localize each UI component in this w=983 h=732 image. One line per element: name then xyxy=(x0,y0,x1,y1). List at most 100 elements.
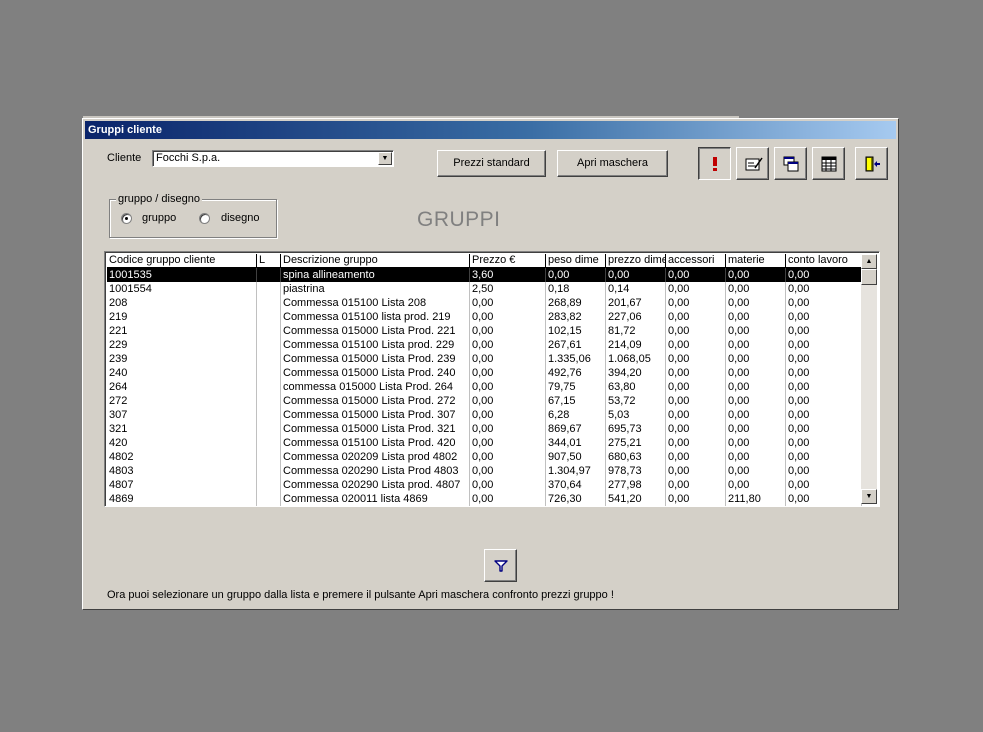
cell-prezzo: 0,00 xyxy=(470,450,546,464)
section-title: GRUPPI xyxy=(417,208,501,231)
cell-conto-lavoro: 0,00 xyxy=(786,408,862,422)
cell-prezzo: 0,00 xyxy=(470,436,546,450)
cell-prezzo: 0,00 xyxy=(470,478,546,492)
cell-conto-lavoro: 0,00 xyxy=(786,338,862,352)
cell-accessori: 0,00 xyxy=(666,338,726,352)
cell-codice: 240 xyxy=(107,366,257,380)
cell-codice: 272 xyxy=(107,394,257,408)
cell-accessori: 0,00 xyxy=(666,464,726,478)
cell-descrizione: Commessa 015100 Lista Prod. 420 xyxy=(281,436,470,450)
cell-descrizione: Commessa 015000 Lista Prod. 272 xyxy=(281,394,470,408)
windows-button[interactable] xyxy=(774,147,807,180)
cell-prezzo-dime: 0,00 xyxy=(606,268,666,282)
cell-materie: 0,00 xyxy=(726,282,786,296)
cell-peso-dime: 0,18 xyxy=(546,282,606,296)
cell-materie: 0,00 xyxy=(726,380,786,394)
warning-button[interactable] xyxy=(698,147,731,180)
scroll-down-icon[interactable]: ▼ xyxy=(861,489,877,504)
cell-prezzo-dime: 201,67 xyxy=(606,296,666,310)
cell-codice: 1001554 xyxy=(107,282,257,296)
table-row[interactable]: 219 Commessa 015100 lista prod. 219 0,00 28… xyxy=(107,310,862,324)
warning-icon xyxy=(713,157,717,171)
cell-codice: 221 xyxy=(107,324,257,338)
column-header-l[interactable]: L xyxy=(257,254,281,267)
cliente-label: Cliente xyxy=(107,152,142,164)
cell-materie: 0,00 xyxy=(726,408,786,422)
radio-disegno-label[interactable]: disegno xyxy=(221,212,260,224)
table-row[interactable]: 240 Commessa 015000 Lista Prod. 240 0,00 49… xyxy=(107,366,862,380)
cell-conto-lavoro: 0,00 xyxy=(786,352,862,366)
table-row[interactable]: 229 Commessa 015100 Lista prod. 229 0,00 26… xyxy=(107,338,862,352)
table-row[interactable]: 307 Commessa 015000 Lista Prod. 307 0,00 6,… xyxy=(107,408,862,422)
cell-peso-dime: 268,89 xyxy=(546,296,606,310)
cell-peso-dime: 102,15 xyxy=(546,324,606,338)
gruppi-grid[interactable]: Codice gruppo cliente L Descrizione gruppo… xyxy=(104,251,880,507)
exit-button[interactable] xyxy=(855,147,888,180)
column-header-descrizione[interactable]: Descrizione gruppo xyxy=(281,254,470,267)
column-header-accessori[interactable]: accessori xyxy=(666,254,726,267)
cliente-combobox[interactable]: Focchi S.p.a. ▼ xyxy=(152,150,394,167)
cell-peso-dime: 283,82 xyxy=(546,310,606,324)
chevron-down-icon[interactable]: ▼ xyxy=(378,152,392,165)
table-row[interactable]: 321 Commessa 015000 Lista Prod. 321 0,00 86… xyxy=(107,422,862,436)
filter-button[interactable] xyxy=(484,549,517,582)
cliente-value: Focchi S.p.a. xyxy=(156,152,221,164)
cell-peso-dime: 0,00 xyxy=(546,268,606,282)
grid-header-row: Codice gruppo cliente L Descrizione gruppo… xyxy=(107,254,862,268)
cell-conto-lavoro: 0,00 xyxy=(786,296,862,310)
table-row[interactable]: 4869 Commessa 020011 lista 4869 0,00 726,30… xyxy=(107,492,862,506)
gruppo-disegno-groupbox: gruppo / disegno gruppo disegno xyxy=(109,193,277,238)
table-row[interactable]: 4802 Commessa 020209 Lista prod 4802 0,00 9… xyxy=(107,450,862,464)
table-row[interactable]: 264 commessa 015000 Lista Prod. 264 0,00 79… xyxy=(107,380,862,394)
table-row[interactable]: 272 Commessa 015000 Lista Prod. 272 0,00 67… xyxy=(107,394,862,408)
apri-maschera-button[interactable]: Apri maschera xyxy=(557,150,668,177)
gruppi-cliente-window: Gruppi cliente Cliente Focchi S.p.a. ▼ P… xyxy=(82,118,899,610)
table-row[interactable]: 239 Commessa 015000 Lista Prod. 239 0,00 1.… xyxy=(107,352,862,366)
cell-codice: 420 xyxy=(107,436,257,450)
cell-accessori: 0,00 xyxy=(666,408,726,422)
cell-materie: 0,00 xyxy=(726,394,786,408)
cell-accessori: 0,00 xyxy=(666,352,726,366)
cell-descrizione: Commessa 015000 Lista Prod. 239 xyxy=(281,352,470,366)
cell-materie: 0,00 xyxy=(726,450,786,464)
cell-accessori: 0,00 xyxy=(666,394,726,408)
table-row[interactable]: 221 Commessa 015000 Lista Prod. 221 0,00 10… xyxy=(107,324,862,338)
column-header-codice[interactable]: Codice gruppo cliente xyxy=(107,254,257,267)
cell-descrizione: Commessa 020011 lista 4869 xyxy=(281,492,470,506)
cell-codice: 307 xyxy=(107,408,257,422)
cell-prezzo-dime: 1.068,05 xyxy=(606,352,666,366)
cell-codice: 4802 xyxy=(107,450,257,464)
cell-l xyxy=(257,352,281,366)
radio-gruppo-label[interactable]: gruppo xyxy=(142,212,176,224)
cell-descrizione: Commessa 015000 Lista Prod. 307 xyxy=(281,408,470,422)
cell-descrizione: Commessa 015100 Lista 208 xyxy=(281,296,470,310)
column-header-materie[interactable]: materie xyxy=(726,254,786,267)
table-row[interactable]: 4807 Commessa 020290 Lista prod. 4807 0,00… xyxy=(107,478,862,492)
column-header-prezzo-dime[interactable]: prezzo dime xyxy=(606,254,666,267)
cell-prezzo: 3,60 xyxy=(470,268,546,282)
edit-form-button[interactable] xyxy=(736,147,769,180)
cell-prezzo-dime: 695,73 xyxy=(606,422,666,436)
table-row[interactable]: 4803 Commessa 020290 Lista Prod 4803 0,00 1… xyxy=(107,464,862,478)
scroll-up-icon[interactable]: ▲ xyxy=(861,254,877,269)
vertical-scrollbar[interactable]: ▲ ▼ xyxy=(861,254,877,504)
cell-peso-dime: 79,75 xyxy=(546,380,606,394)
table-row[interactable]: 1001535 spina allineamento 3,60 0,00 0,00 0,0… xyxy=(107,268,862,282)
cell-accessori: 0,00 xyxy=(666,282,726,296)
cell-conto-lavoro: 0,00 xyxy=(786,394,862,408)
scroll-thumb[interactable] xyxy=(861,269,877,285)
cell-peso-dime: 370,64 xyxy=(546,478,606,492)
table-button[interactable] xyxy=(812,147,845,180)
column-header-prezzo[interactable]: Prezzo € xyxy=(470,254,546,267)
table-row[interactable]: 1001554 piastrina 2,50 0,18 0,14 0,00 0,00 0,00 xyxy=(107,282,862,296)
radio-disegno[interactable] xyxy=(199,213,210,224)
radio-gruppo[interactable] xyxy=(121,213,132,224)
column-header-conto-lavoro[interactable]: conto lavoro xyxy=(786,254,862,267)
prezzi-standard-button[interactable]: Prezzi standard xyxy=(437,150,546,177)
table-row[interactable]: 420 Commessa 015100 Lista Prod. 420 0,00 34… xyxy=(107,436,862,450)
cell-prezzo: 0,00 xyxy=(470,296,546,310)
cell-materie: 0,00 xyxy=(726,436,786,450)
column-header-peso-dime[interactable]: peso dime xyxy=(546,254,606,267)
table-row[interactable]: 208 Commessa 015100 Lista 208 0,00 268,89 20… xyxy=(107,296,862,310)
cell-peso-dime: 1.304,97 xyxy=(546,464,606,478)
